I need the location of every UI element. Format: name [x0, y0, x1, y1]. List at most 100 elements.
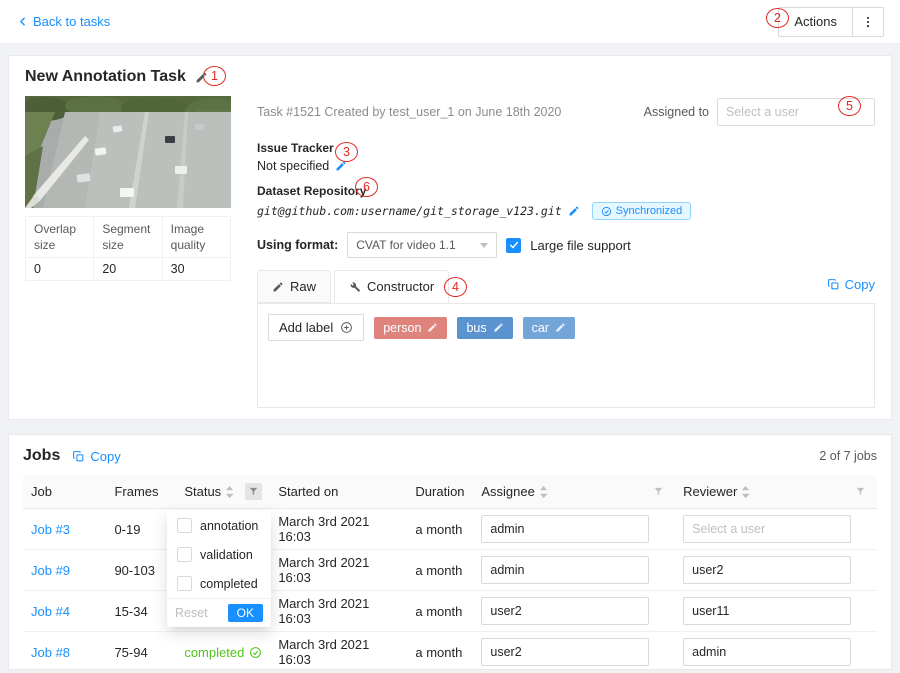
status-filter-dropdown: annotation validation completed Reset OK [167, 511, 271, 627]
pencil-icon [272, 281, 284, 293]
chevron-left-icon [16, 15, 29, 28]
status-value: completed [184, 645, 262, 660]
column-job: Job [31, 484, 52, 499]
label-tag: car [523, 317, 575, 339]
job-link[interactable]: Job #8 [31, 645, 70, 660]
format-select[interactable]: CVAT for video 1.1 [347, 232, 497, 258]
assignee-input[interactable] [481, 556, 649, 584]
annotation-circle-2: 2 [766, 8, 789, 28]
table-row: Job #9 90-103 March 3rd 2021 16:03 a mon… [23, 550, 877, 591]
assigned-to-label: Assigned to [644, 105, 709, 119]
frames-value: 15-34 [114, 604, 147, 619]
check-circle-icon [601, 206, 612, 217]
reviewer-input[interactable] [683, 556, 851, 584]
duration-value: a month [415, 563, 462, 578]
jobs-card: Jobs Copy 2 of 7 jobs Job Frames Status [8, 434, 892, 670]
table-row: Job #8 75-94 completed March 3rd 2021 16… [23, 632, 877, 673]
table-header-row: Job Frames Status Started on Duration [23, 475, 877, 509]
task-parameters-table: Overlap size Segment size Image quality … [25, 216, 231, 281]
actions-button-label[interactable]: Actions [779, 8, 853, 36]
large-file-support-checkbox[interactable] [506, 238, 521, 253]
annotation-checkbox[interactable] [177, 518, 192, 533]
jobs-table: Job Frames Status Started on Duration [23, 475, 877, 673]
sort-status-control[interactable] [225, 485, 234, 499]
task-preview-image [25, 96, 231, 208]
param-value: 0 [26, 258, 94, 281]
tab-constructor[interactable]: Constructor [334, 270, 449, 303]
label-constructor-panel: Add label person bus [257, 304, 875, 408]
tab-constructor-label: Constructor [367, 279, 434, 294]
assignee-filter-funnel-icon[interactable] [650, 483, 667, 500]
label-tag-name: bus [466, 321, 486, 335]
actions-button[interactable]: Actions [778, 7, 884, 37]
label-tag: person [374, 317, 447, 339]
filter-option-annotation[interactable]: annotation [167, 511, 271, 540]
frames-value: 90-103 [114, 563, 154, 578]
job-link[interactable]: Job #9 [31, 563, 70, 578]
filter-option-label: annotation [200, 519, 258, 533]
edit-label-pencil-icon[interactable] [427, 322, 438, 333]
table-row: Job #3 0-19 March 3rd 2021 16:03 a month [23, 509, 877, 550]
label-tag-name: person [383, 321, 421, 335]
reviewer-input[interactable] [683, 597, 851, 625]
frames-value: 0-19 [114, 522, 140, 537]
add-label-button[interactable]: Add label [268, 314, 364, 341]
labels-copy-label: Copy [845, 277, 875, 292]
dataset-repository-label: Dataset Repository [257, 184, 875, 198]
filter-option-label: completed [200, 577, 258, 591]
reviewer-input[interactable] [683, 638, 851, 666]
copy-icon [72, 450, 85, 463]
sort-assignee-control[interactable] [539, 485, 548, 499]
started-value: March 3rd 2021 16:03 [278, 555, 369, 585]
jobs-count: 2 of 7 jobs [819, 449, 877, 463]
completed-checkbox[interactable] [177, 576, 192, 591]
reviewer-filter-funnel-icon[interactable] [852, 483, 869, 500]
job-link[interactable]: Job #3 [31, 522, 70, 537]
assignee-input[interactable] [481, 597, 649, 625]
edit-label-pencil-icon[interactable] [555, 322, 566, 333]
edit-repository-pencil-icon[interactable] [568, 205, 580, 217]
filter-reset-button[interactable]: Reset [175, 606, 208, 620]
repository-url: git@github.com:username/git_storage_v123… [257, 204, 562, 218]
jobs-copy-button[interactable]: Copy [72, 449, 120, 464]
validation-checkbox[interactable] [177, 547, 192, 562]
filter-option-validation[interactable]: validation [167, 540, 271, 569]
started-value: March 3rd 2021 16:03 [278, 596, 369, 626]
plus-circle-icon [340, 321, 353, 334]
chevron-down-icon [480, 243, 488, 248]
format-select-value: CVAT for video 1.1 [356, 238, 455, 252]
using-format-label: Using format: [257, 238, 338, 252]
edit-label-pencil-icon[interactable] [493, 322, 504, 333]
sort-reviewer-control[interactable] [741, 485, 750, 499]
job-link[interactable]: Job #4 [31, 604, 70, 619]
duration-value: a month [415, 645, 462, 660]
filter-ok-button[interactable]: OK [228, 604, 263, 622]
filter-option-completed[interactable]: completed [167, 569, 271, 598]
annotation-circle-4: 4 [444, 277, 467, 297]
column-started-on: Started on [278, 484, 338, 499]
jobs-title: Jobs [23, 447, 60, 465]
annotation-circle-5: 5 [838, 96, 861, 116]
column-status: Status [184, 484, 221, 499]
tab-raw[interactable]: Raw [257, 270, 331, 303]
reviewer-input[interactable] [683, 515, 851, 543]
param-header: Overlap size [26, 217, 94, 258]
task-title: New Annotation Task [25, 68, 186, 86]
started-value: March 3rd 2021 16:03 [278, 637, 369, 667]
sync-status-badge-label: Synchronized [616, 205, 683, 217]
assignee-input[interactable] [481, 638, 649, 666]
duration-value: a month [415, 604, 462, 619]
labels-copy-button[interactable]: Copy [827, 277, 875, 292]
check-circle-icon [249, 646, 262, 659]
kebab-menu-icon[interactable] [853, 8, 883, 36]
jobs-copy-label: Copy [90, 449, 120, 464]
param-value: 30 [162, 258, 230, 281]
param-header: Segment size [94, 217, 162, 258]
back-to-tasks-link[interactable]: Back to tasks [16, 14, 110, 29]
tool-icon [349, 281, 361, 293]
assignee-input[interactable] [481, 515, 649, 543]
add-label-button-label: Add label [279, 320, 333, 335]
status-filter-funnel-icon[interactable] [245, 483, 262, 500]
top-bar: Back to tasks Actions [0, 0, 900, 44]
param-header: Image quality [162, 217, 230, 258]
